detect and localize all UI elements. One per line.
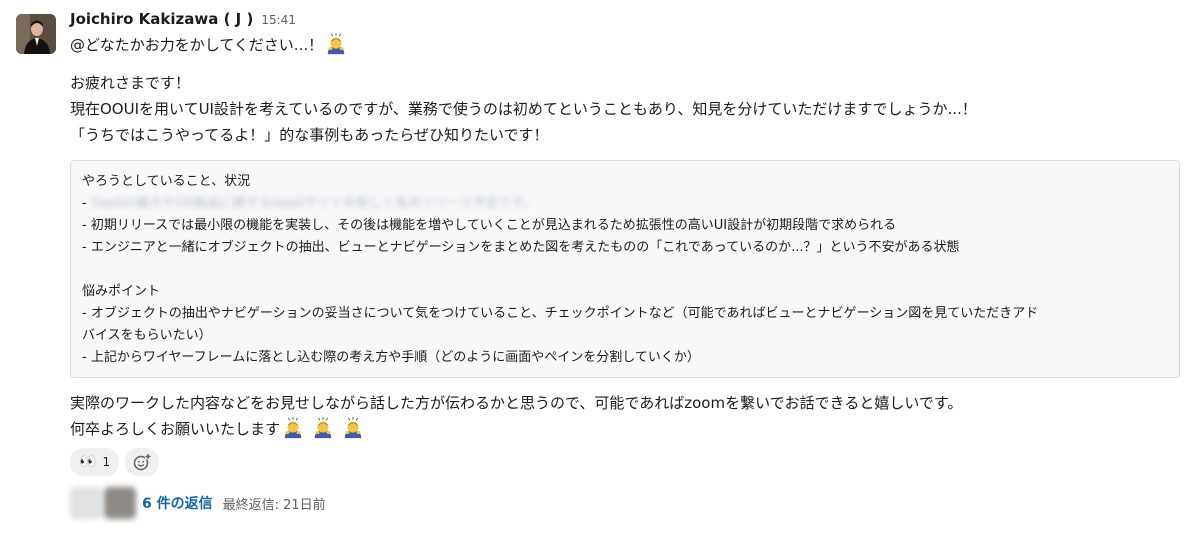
last-reply-time: 最終返信: 21日前: [222, 497, 326, 513]
bowing-person-emoji: [282, 417, 304, 439]
greeting-text: お疲れさまです！: [70, 74, 191, 92]
sender-avatar[interactable]: [16, 14, 56, 54]
mention-text: @どなたかお力をかしてください...！: [70, 36, 324, 54]
reactions-bar: 👀 1: [70, 448, 1182, 476]
message-timestamp[interactable]: 15:41: [261, 13, 296, 27]
code-item-1-prefix: -: [82, 196, 91, 211]
mention-line: @どなたかお力をかしてください...！: [70, 32, 1182, 58]
sender-name[interactable]: Joichiro Kakizawa ( J ): [70, 10, 253, 28]
avatar: [104, 487, 136, 519]
code-item-4b: バイスをもらいたい）: [82, 328, 212, 343]
message: Joichiro Kakizawa ( J ) 15:41 @どなたかお力をかし…: [0, 0, 1200, 541]
code-item-1: - SaaSの最大やOS製品に関するSaaSサイトを新しく各月リリース予定です。: [82, 193, 1168, 215]
closing-text: 何卒よろしくお願いいたします: [70, 420, 281, 438]
code-item-4a: - オブジェクトの抽出やナビゲーションの妥当さについて気をつけていること、チェッ…: [82, 306, 1039, 321]
code-heading-1: やろうとしていること、状況: [82, 174, 251, 189]
code-block: やろうとしていること、状況 - SaaSの最大やOS製品に関するSaaSサイトを…: [70, 160, 1180, 378]
closing-line-2: 何卒よろしくお願いいたします: [70, 416, 1182, 442]
add-reaction-icon: [133, 453, 152, 471]
code-item-5: - 上記からワイヤーフレームに落とし込む際の考え方や手順（どのように画面やペイン…: [82, 350, 700, 365]
closing-line-1: 実際のワークした内容などをお見せしながら話した方が伝わるかと思うので、可能であれ…: [70, 394, 963, 412]
add-reaction-button[interactable]: [125, 448, 160, 476]
body-line-2: 「うちではこうやってるよ！」的な事例もあったらぜひ知りたいです！: [70, 126, 549, 144]
thread-avatars: [70, 487, 138, 519]
eyes-icon: 👀: [79, 454, 97, 470]
reply-count-link[interactable]: 6 件の返信: [142, 493, 213, 513]
closing-section: 実際のワークした内容などをお見せしながら話した方が伝わるかと思うので、可能であれ…: [70, 390, 1182, 442]
message-header: Joichiro Kakizawa ( J ) 15:41: [70, 10, 1182, 32]
code-item-3: - エンジニアと一緒にオブジェクトの抽出、ビューとナビゲーションをまとめた図を考…: [82, 240, 960, 255]
avatar: [70, 487, 102, 519]
code-item-2: - 初期リリースでは最小限の機能を実装し、その後は機能を増やしていくことが見込ま…: [82, 218, 897, 233]
reaction-count: 1: [102, 455, 111, 469]
bowing-person-emoji: [342, 417, 364, 439]
bowing-person-emoji: [312, 417, 334, 439]
blurred-text: SaaSの最大やOS製品に関するSaaSサイトを新しく各月リリース予定です。: [90, 196, 537, 211]
body-line-1: 現在OOUIを用いてUI設計を考えているのですが、業務で使うのは初めてということ…: [70, 100, 977, 118]
code-heading-2: 悩みポイント: [82, 284, 161, 299]
reaction-eyes[interactable]: 👀 1: [70, 448, 120, 476]
message-content: Joichiro Kakizawa ( J ) 15:41 @どなたかお力をかし…: [70, 10, 1182, 520]
thread-summary[interactable]: 6 件の返信 最終返信: 21日前: [70, 486, 1182, 520]
bowing-person-emoji: [325, 33, 347, 55]
